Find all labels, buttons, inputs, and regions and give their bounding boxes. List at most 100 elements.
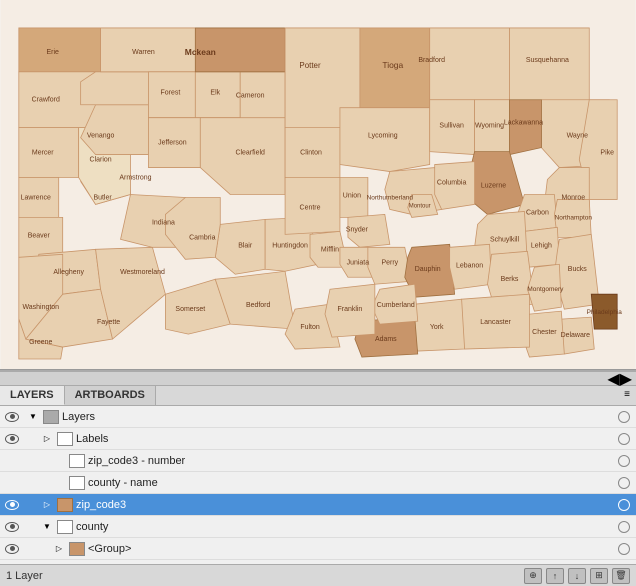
layer-visibility-county-name[interactable] (2, 472, 22, 494)
no-eye-county-name (5, 478, 19, 488)
panel-collapse-bar[interactable]: ◀▶ (0, 372, 636, 386)
duplicate-layer-button[interactable]: ⊞ (590, 568, 608, 584)
svg-text:Northumberland: Northumberland (367, 194, 414, 201)
layer-visibility-zip-code3[interactable] (2, 494, 22, 516)
svg-text:Jefferson: Jefferson (158, 140, 187, 147)
layer-visibility-labels[interactable] (2, 428, 22, 450)
svg-text:Elk: Elk (210, 90, 220, 97)
svg-text:Berks: Berks (501, 276, 519, 283)
panel-options-button[interactable]: ≡ (618, 386, 636, 405)
layer-name-group: <Group> (88, 543, 618, 555)
tab-layers[interactable]: LAYERS (0, 386, 65, 405)
svg-text:Carbon: Carbon (526, 209, 549, 216)
layer-color-county-name (69, 476, 85, 490)
layer-visibility-circle-layers[interactable] (618, 411, 630, 423)
svg-text:Delaware: Delaware (561, 332, 591, 339)
svg-text:Bucks: Bucks (568, 266, 587, 273)
layer-visibility-circle-county-name[interactable] (618, 477, 630, 489)
layer-expand-labels[interactable]: ▷ (40, 432, 54, 446)
layer-visibility-circle-zip-number[interactable] (618, 455, 630, 467)
svg-text:Beaver: Beaver (28, 232, 51, 239)
svg-text:Centre: Centre (300, 204, 321, 211)
layer-visibility-layers[interactable] (2, 406, 22, 428)
svg-text:Cumberland: Cumberland (377, 302, 415, 309)
svg-text:Somerset: Somerset (175, 306, 205, 313)
layer-row-county[interactable]: ▼ county (0, 516, 636, 538)
svg-text:Washington: Washington (22, 304, 59, 311)
svg-text:Lawrence: Lawrence (21, 194, 51, 201)
layer-expand-zip-number (52, 454, 66, 468)
layer-color-labels (57, 432, 73, 446)
svg-text:Crawford: Crawford (32, 97, 60, 104)
svg-text:Indiana: Indiana (152, 219, 175, 226)
svg-text:Clearfield: Clearfield (235, 150, 265, 157)
layer-row-zip-code3[interactable]: ▷ zip_code3 (0, 494, 636, 516)
svg-text:Union: Union (343, 192, 361, 199)
svg-text:Susquehanna: Susquehanna (526, 57, 569, 64)
layer-expand-county[interactable]: ▼ (40, 520, 54, 534)
layer-row-layers[interactable]: ▼ Layers (0, 406, 636, 428)
layer-visibility-circle-county[interactable] (618, 521, 630, 533)
svg-text:Lancaster: Lancaster (480, 319, 511, 326)
layer-color-zip-number (69, 454, 85, 468)
svg-text:Armstrong: Armstrong (119, 175, 151, 182)
layer-expand-group[interactable]: ▷ (52, 542, 66, 556)
svg-text:Allegheny: Allegheny (53, 269, 84, 276)
layer-name-county: county (76, 521, 618, 533)
delete-layer-button[interactable]: 🗑 (612, 568, 630, 584)
svg-text:Erie: Erie (47, 49, 60, 56)
layer-name-labels: Labels (76, 433, 618, 445)
svg-text:Lycoming: Lycoming (368, 133, 398, 140)
layer-row-zip-number[interactable]: zip_code3 - number (0, 450, 636, 472)
no-eye-zip-number (5, 456, 19, 466)
layer-row-labels[interactable]: ▷ Labels (0, 428, 636, 450)
layer-color-zip-code3 (57, 498, 73, 512)
eye-icon-layers (5, 412, 19, 422)
svg-text:Monroe: Monroe (561, 194, 585, 201)
svg-text:Cameron: Cameron (236, 93, 265, 100)
layer-visibility-group[interactable] (2, 538, 22, 560)
map-svg: Erie Warren Crawford Venango Mercer Lawr… (0, 0, 636, 369)
svg-text:Philadelphia: Philadelphia (587, 309, 623, 316)
svg-text:Montour: Montour (409, 203, 431, 209)
svg-text:Warren: Warren (132, 49, 155, 56)
svg-text:Columbia: Columbia (437, 179, 467, 186)
svg-text:Lehigh: Lehigh (531, 242, 552, 249)
eye-icon-labels (5, 434, 19, 444)
layer-expand-layers[interactable]: ▼ (26, 410, 40, 424)
svg-text:Mckean: Mckean (185, 47, 216, 57)
eye-icon-zip-code3 (5, 500, 19, 510)
layer-name-county-name: county - name (88, 477, 618, 489)
status-bar: 1 Layer ⊕ ↑ ↓ ⊞ 🗑 (0, 564, 636, 586)
new-layer-button[interactable]: ⊕ (524, 568, 542, 584)
svg-text:Clarion: Clarion (90, 157, 112, 164)
svg-text:Sullivan: Sullivan (439, 123, 464, 130)
layer-row-group[interactable]: ▷ <Group> (0, 538, 636, 560)
layer-name-zip-number: zip_code3 - number (88, 455, 618, 467)
layer-row-county-name[interactable]: county - name (0, 472, 636, 494)
eye-icon-group (5, 544, 19, 554)
layer-visibility-circle-zip-code3[interactable] (618, 499, 630, 511)
svg-text:Northampton: Northampton (555, 214, 593, 221)
move-selection-down-button[interactable]: ↓ (568, 568, 586, 584)
layer-visibility-zip-number[interactable] (2, 450, 22, 472)
layer-name-layers: Layers (62, 411, 618, 423)
svg-text:Huntingdon: Huntingdon (272, 242, 308, 249)
tab-artboards[interactable]: ARTBOARDS (65, 386, 156, 405)
svg-text:Westmoreland: Westmoreland (120, 269, 165, 276)
eye-icon-county (5, 522, 19, 532)
layer-visibility-circle-group[interactable] (618, 543, 630, 555)
svg-text:Juniata: Juniata (347, 259, 370, 266)
layer-color-county (57, 520, 73, 534)
layer-visibility-county[interactable] (2, 516, 22, 538)
layers-list: ▼ Layers ▷ Labels zip_code3 - num (0, 406, 636, 564)
svg-text:Fulton: Fulton (300, 324, 319, 331)
layer-visibility-circle-labels[interactable] (618, 433, 630, 445)
move-selection-up-button[interactable]: ↑ (546, 568, 564, 584)
svg-text:Butler: Butler (93, 194, 112, 201)
map-area: Erie Warren Crawford Venango Mercer Lawr… (0, 0, 636, 370)
layer-color-group (69, 542, 85, 556)
layer-name-zip-code3: zip_code3 (76, 499, 618, 511)
svg-text:Wayne: Wayne (567, 133, 589, 140)
layer-expand-zip-code3[interactable]: ▷ (40, 498, 54, 512)
